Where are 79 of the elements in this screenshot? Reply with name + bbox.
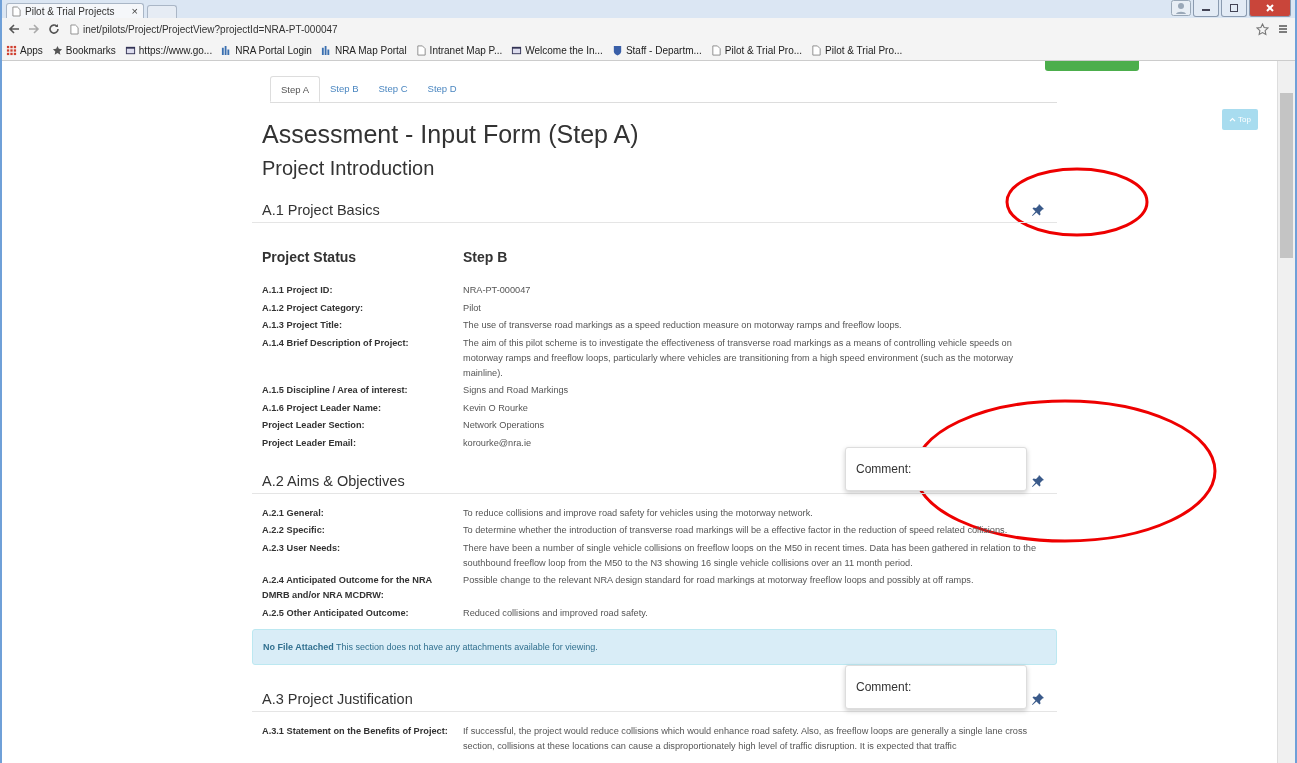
field-value: There have been a number of single vehicle collisions on freeflow loops on the M50 in recent times. Data has been gathered in relation to the southbound freeflow loop from the M50 to the N3 showing 16 single vehicle collisions over an 11 month period. [463, 541, 1038, 570]
shield-icon [611, 44, 623, 56]
field-label: Project Leader Email: [262, 436, 357, 450]
window-icon [511, 44, 523, 56]
field-label: A.2.3 User Needs: [262, 541, 342, 555]
step-tab[interactable]: Step A [270, 76, 320, 102]
field-value: To reduce collisions and improve road safety for vehicles using the motorway network. [463, 506, 814, 520]
field-label: A.1.1 Project ID: [262, 284, 334, 297]
pin-icon[interactable] [1031, 473, 1045, 488]
field-label: A.2.2 Specific: [262, 524, 326, 537]
field-value: Possible change to the relevant NRA design standard for road markings at motorway freeflow loops and possibly at off ramps. [463, 574, 975, 587]
reload-icon [48, 23, 60, 35]
pin-icon[interactable] [1031, 691, 1045, 706]
bookmark[interactable]: Apps [6, 44, 43, 56]
field-value: Network Operations [463, 419, 546, 432]
window-icon [124, 44, 136, 56]
comment-label: Comment: [856, 461, 912, 476]
bookmark[interactable]: NRA Map Portal [320, 44, 407, 56]
close-window-button[interactable] [1249, 0, 1291, 17]
field-value: The aim of this pilot scheme is to investigate the effectiveness of transverse road markings as a means of controlling vehicle speeds on motorway ramps and freeflow loops, particularly where vehicles are transitioning from a high speed environment (such as the motorway mainline). [463, 336, 1014, 380]
page-icon [415, 44, 427, 56]
subsection-heading: A.2 Aims & Objectives [262, 472, 405, 489]
field-value: korourke@nra.ie [463, 436, 533, 450]
bookmark[interactable]: NRA Portal Login [221, 44, 312, 56]
bookmark[interactable]: Intranet Map P... [415, 44, 503, 56]
subsection-heading: A.1 Project Basics [262, 202, 380, 218]
field-label: A.2.5 Other Anticipated Outcome: [262, 606, 410, 620]
close-icon [1265, 3, 1275, 13]
status-value: Step B [463, 249, 508, 265]
scrollbar[interactable] [1277, 61, 1295, 763]
close-tab-button[interactable]: × [131, 5, 138, 17]
subsection-heading: A.3 Project Justification [262, 690, 413, 707]
pin-icon[interactable] [1031, 203, 1045, 217]
page-icon [811, 44, 823, 56]
bookmark[interactable]: Staff - Departm... [611, 44, 702, 56]
field-label: Project Leader Section: [262, 419, 366, 432]
minimize-button[interactable] [1193, 0, 1219, 17]
bookmark[interactable]: Pilot & Trial Pro... [710, 44, 803, 56]
field-value: Kevin O Rourke [463, 401, 529, 415]
comment-label: Comment: [856, 679, 912, 694]
step-tab[interactable]: Step B [320, 76, 369, 102]
star-icon [51, 44, 63, 56]
field-label: A.3.1 Statement on the Benefits of Project: [262, 724, 449, 738]
field-value: The use of transverse road markings as a speed reduction measure on motorway ramps and freeflow loops. [463, 319, 903, 332]
page-icon [710, 44, 722, 56]
star-icon [1256, 22, 1269, 36]
field-label: A.2.1 General: [262, 506, 325, 520]
field-value: Pilot [463, 301, 482, 315]
field-label: A.1.6 Project Leader Name: [262, 401, 382, 415]
page-title: Assessment - Input Form (Step A) [262, 120, 640, 149]
browser-tab[interactable]: Pilot & Trial Projects × [6, 3, 144, 18]
field-label: A.1.3 Project Title: [262, 319, 343, 332]
person-icon [1171, 0, 1191, 16]
back-icon [8, 23, 20, 35]
info-message: No File Attached This section does not have any attachments available for viewing. [263, 641, 598, 652]
bookmark[interactable]: Bookmarks [51, 44, 116, 56]
section-heading: Project Introduction [262, 157, 436, 180]
bars-icon [320, 44, 332, 56]
field-value: If successful, the project would reduce collisions which would enhance road safety. Also, as freeflow loops are generally a single lane cross section, collisions at these locations can cause a disproportionately high level of traffic disruption. It is expected that traffic [463, 724, 1029, 753]
grid-icon [6, 44, 17, 56]
field-value: NRA-PT-000047 [463, 284, 532, 297]
forward-icon [28, 23, 40, 35]
field-label: A.1.5 Discipline / Area of interest: [262, 384, 409, 397]
caret-icon [1229, 117, 1237, 122]
step-tab[interactable]: Step D [417, 76, 467, 102]
menu-icon [1277, 23, 1289, 35]
bookmark[interactable]: Welcome the In... [511, 44, 603, 56]
field-value: Signs and Road Markings [463, 384, 570, 397]
maximize-icon [1229, 3, 1239, 13]
maximize-button[interactable] [1221, 0, 1247, 17]
bookmark[interactable]: https://www.go... [124, 44, 213, 56]
field-value: Reduced collisions and improved road safety. [463, 606, 649, 620]
page-icon [70, 23, 79, 35]
field-label: A.1.2 Project Category: [262, 301, 365, 315]
field-label: A.1.4 Brief Description of Project: [262, 336, 410, 350]
step-tab[interactable]: Step C [368, 76, 418, 102]
status-label: Project Status [262, 249, 358, 265]
bookmark[interactable]: Pilot & Trial Pro... [811, 44, 903, 56]
field-label: A.2.4 Anticipated Outcome for the NRA DMRB and/or NRA MCDRW: [262, 574, 433, 602]
